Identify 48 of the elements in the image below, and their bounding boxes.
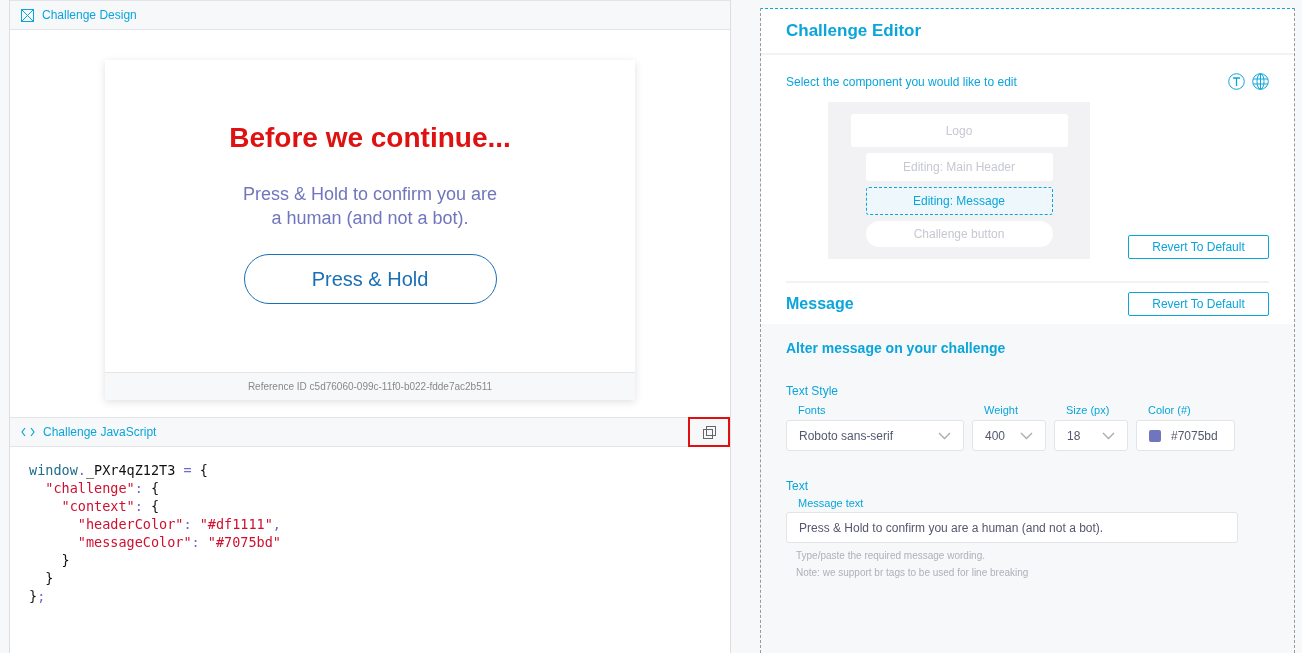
challenge-message: Press & Hold to confirm you are a human (and not a bot). <box>242 183 498 230</box>
message-input[interactable]: Press & Hold to confirm you are a human (and not a bot). <box>786 512 1238 543</box>
crossed-box-icon <box>21 8 34 22</box>
code-line: "messageColor": "#7075bd" <box>76 533 282 551</box>
field-label: Color (#) <box>1147 404 1192 416</box>
press-hold-button[interactable]: Press & Hold <box>243 254 497 304</box>
field-label: Size (px) <box>1065 404 1111 416</box>
code-line: window._PXr4qZ12T3 = { <box>29 461 209 479</box>
color-field[interactable]: #7075bd <box>1136 420 1235 451</box>
select-field[interactable]: 400 <box>972 420 1046 451</box>
select-field[interactable]: 18 <box>1054 420 1128 451</box>
code-line: } <box>44 569 55 587</box>
group-label: Text <box>786 479 809 493</box>
reference-id: Reference ID c5d76060-099c-11f0-b022-fdde7ac2b511 <box>247 381 493 392</box>
hint-text: Type/paste the required message wording. <box>795 549 986 563</box>
field-value: 400 <box>985 428 1006 443</box>
code-line: }; <box>29 587 47 605</box>
field-label: Fonts <box>797 404 827 416</box>
section-subtitle: Alter message on your challenge <box>786 340 1007 356</box>
field-value: 18 <box>1067 428 1081 443</box>
field-label: Message text <box>797 497 865 509</box>
select-prompt: Select the component you would like to edit <box>786 74 1017 89</box>
panel-title: Challenge Design <box>42 8 137 22</box>
code-line: "headerColor": "#df1111", <box>76 515 282 533</box>
code-line: "challenge": { <box>44 479 161 497</box>
section-title: Message <box>786 294 854 313</box>
code-line: } <box>60 551 71 569</box>
revert-button[interactable]: Revert To Default <box>1128 235 1269 259</box>
field-value: Roboto sans-serif <box>799 428 894 443</box>
field-value: #7075bd <box>1171 428 1218 443</box>
chevron-down-icon <box>1102 431 1115 440</box>
copy-icon <box>702 425 716 439</box>
challenge-heading: Before we continue... <box>229 122 511 154</box>
select-field[interactable]: Roboto sans-serif <box>786 420 964 451</box>
field-label: Weight <box>983 404 1020 416</box>
hint-text: Note: we support br tags to be used for line breaking <box>795 566 1030 580</box>
panel-title: Challenge JavaScript <box>43 425 157 439</box>
code-icon <box>21 427 35 437</box>
editor-title: Challenge Editor <box>786 21 922 41</box>
copy-button[interactable] <box>688 417 730 447</box>
chevron-down-icon <box>938 431 951 440</box>
component-option[interactable]: Editing: Message <box>865 187 1053 215</box>
group-label: Text Style <box>786 384 840 398</box>
globe-icon[interactable] <box>1252 73 1269 90</box>
chevron-down-icon <box>1020 431 1033 440</box>
text-icon[interactable] <box>1228 73 1245 90</box>
code-line: "context": { <box>60 497 161 515</box>
revert-button[interactable]: Revert To Default <box>1128 291 1269 316</box>
